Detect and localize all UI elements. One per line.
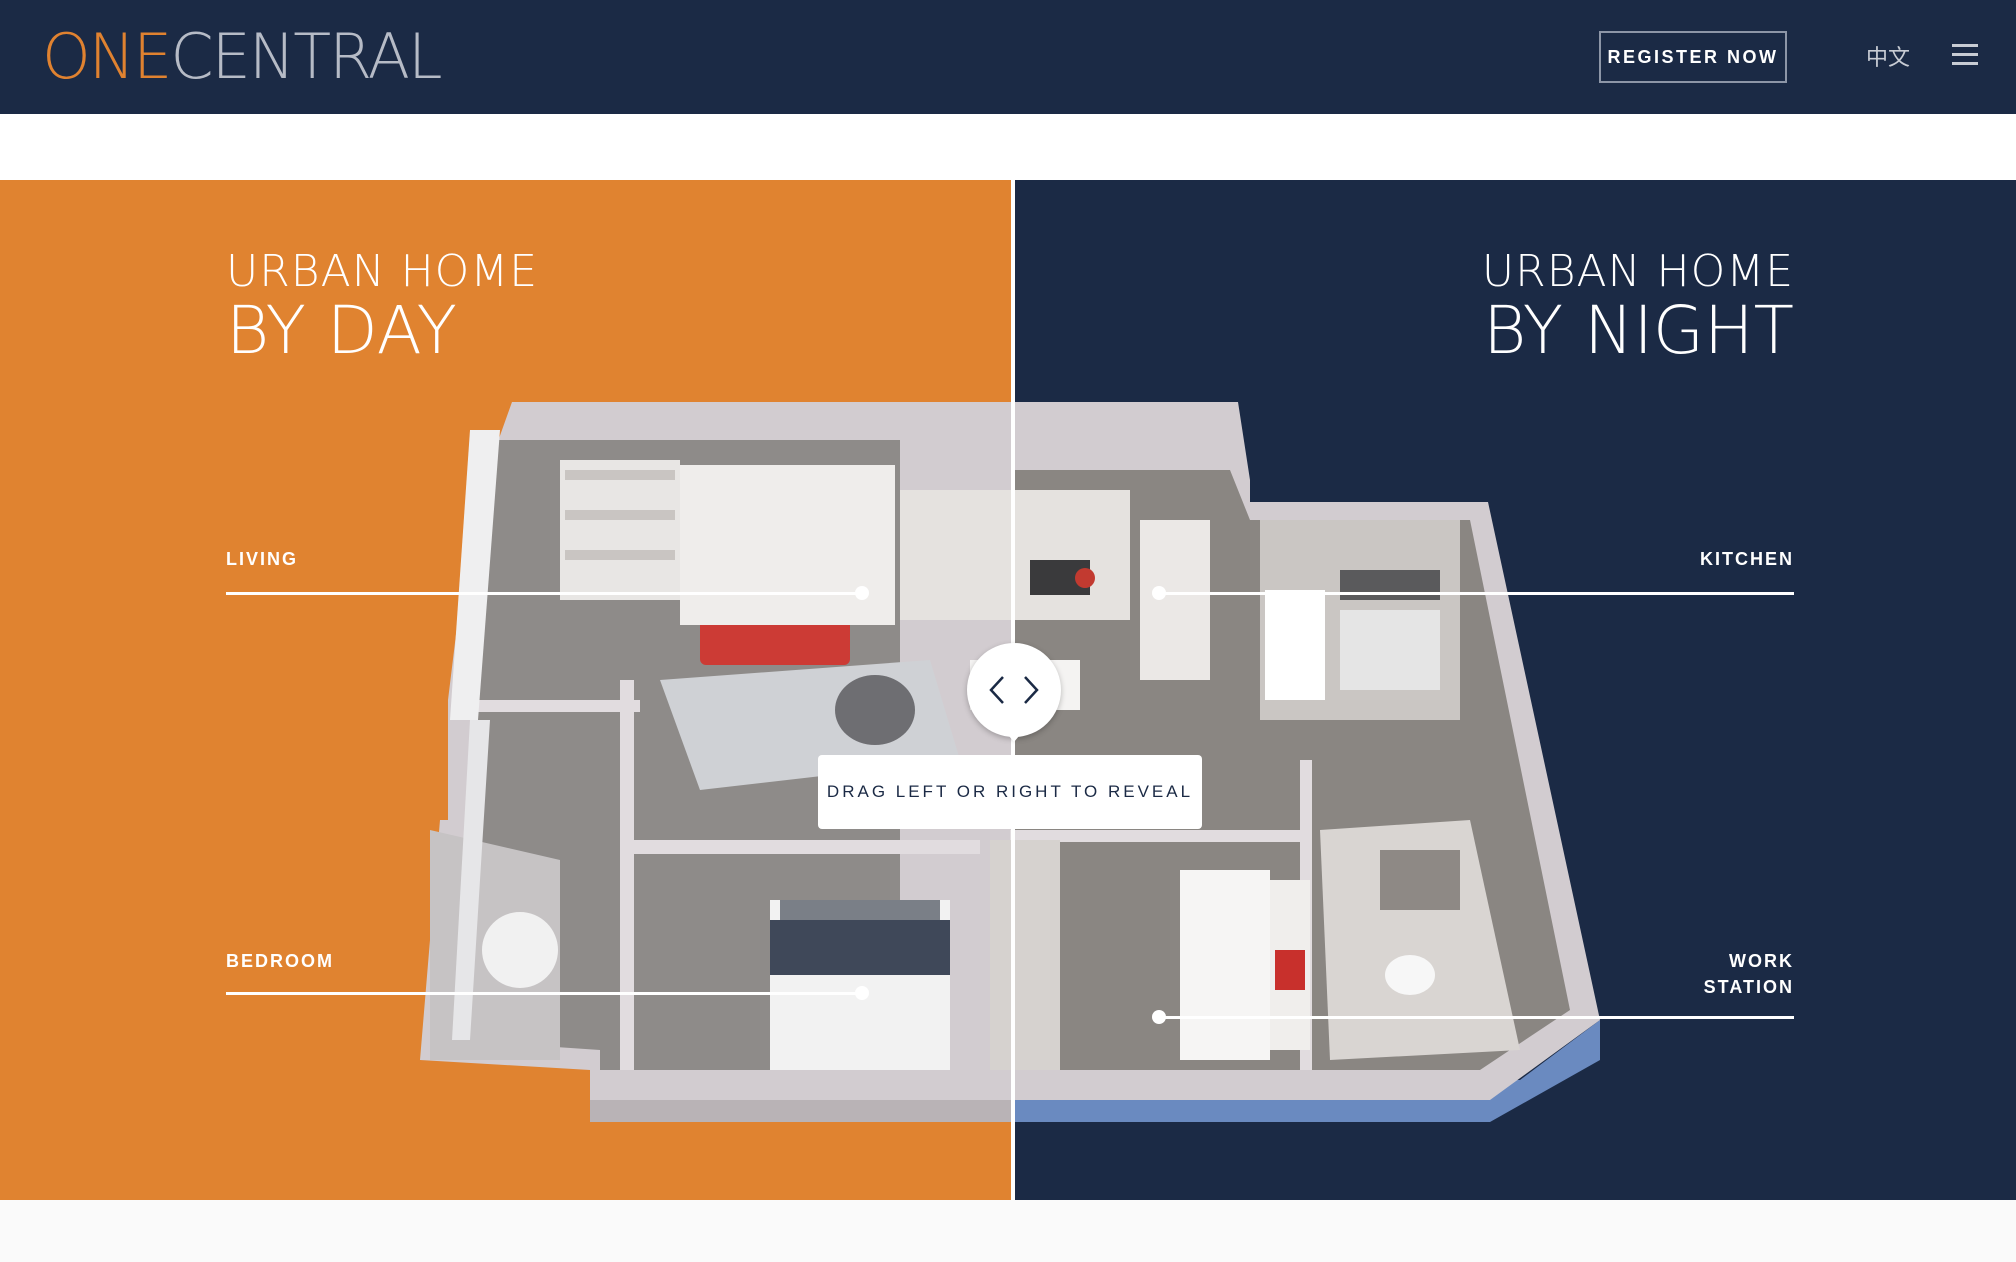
- work-station-pointer-line: [1160, 1016, 1794, 1019]
- floor-plan-illustration: [420, 402, 1600, 1122]
- label-work-station: WORK STATION: [1703, 951, 1794, 997]
- label-kitchen: KITCHEN: [1700, 549, 1794, 569]
- handle-pointer: [1004, 730, 1024, 742]
- drag-reveal-handle[interactable]: [967, 643, 1061, 737]
- bedroom-pointer-dot[interactable]: [855, 986, 869, 1000]
- chevron-left-icon: [989, 676, 1004, 704]
- drag-instruction-tooltip: DRAG LEFT OR RIGHT TO REVEAL: [818, 755, 1202, 829]
- kitchen-pointer-line: [1160, 592, 1794, 595]
- bedroom-pointer-line: [226, 992, 862, 995]
- label-bedroom: BEDROOM: [226, 951, 334, 971]
- living-pointer-dot[interactable]: [855, 586, 869, 600]
- work-station-pointer-dot[interactable]: [1152, 1010, 1166, 1024]
- label-living: LIVING: [226, 549, 299, 569]
- living-pointer-line: [226, 592, 862, 595]
- chevron-right-icon: [1024, 676, 1039, 704]
- kitchen-pointer-dot[interactable]: [1152, 586, 1166, 600]
